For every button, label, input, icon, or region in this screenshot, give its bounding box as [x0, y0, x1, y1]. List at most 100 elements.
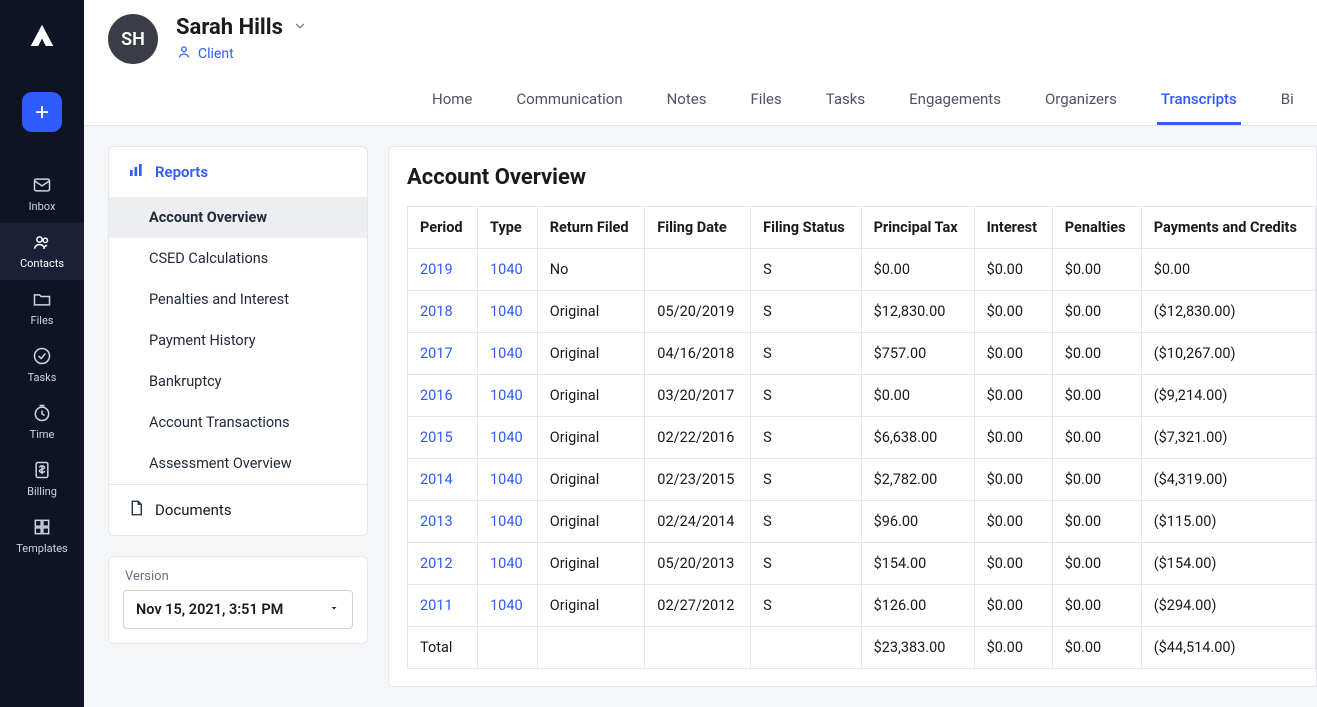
report-item-penalties-and-interest[interactable]: Penalties and Interest [109, 279, 367, 320]
type-cell[interactable]: 1040 [478, 585, 538, 627]
period-cell[interactable]: 2014 [408, 459, 478, 501]
account-overview-panel: Account Overview PeriodTypeReturn FiledF… [388, 146, 1317, 687]
column-header[interactable]: Type [478, 207, 538, 249]
document-icon [127, 499, 145, 521]
column-header[interactable]: Filing Status [751, 207, 861, 249]
report-item-payment-history[interactable]: Payment History [109, 320, 367, 361]
interest-cell: $0.00 [974, 375, 1052, 417]
return-filed-cell: Original [537, 501, 645, 543]
column-header[interactable]: Filing Date [645, 207, 751, 249]
type-cell[interactable]: 1040 [478, 333, 538, 375]
principal-tax-cell: $2,782.00 [861, 459, 974, 501]
type-cell[interactable]: 1040 [478, 375, 538, 417]
page-title: Account Overview [407, 165, 1316, 190]
payments-cell: ($4,319.00) [1141, 459, 1315, 501]
client-header: SH Sarah Hills Client [84, 0, 1317, 126]
nav-label: Time [30, 428, 55, 441]
principal-tax-cell: $0.00 [861, 375, 974, 417]
tab-engagements[interactable]: Engagements [905, 80, 1005, 125]
period-cell[interactable]: 2012 [408, 543, 478, 585]
nav-label: Inbox [29, 200, 56, 213]
filing-date-cell: 02/22/2016 [645, 417, 751, 459]
period-cell[interactable]: 2017 [408, 333, 478, 375]
version-value: Nov 15, 2021, 3:51 PM [136, 601, 283, 618]
period-cell[interactable]: 2018 [408, 291, 478, 333]
tab-home[interactable]: Home [428, 80, 476, 125]
table-row: 20111040Original02/27/2012S$126.00$0.00$… [408, 585, 1316, 627]
type-cell[interactable]: 1040 [478, 459, 538, 501]
payments-cell: ($154.00) [1141, 543, 1315, 585]
nav-item-billing[interactable]: Billing [0, 451, 84, 508]
period-cell[interactable]: 2011 [408, 585, 478, 627]
payments-cell: ($294.00) [1141, 585, 1315, 627]
add-button[interactable] [22, 92, 62, 132]
tab-transcripts[interactable]: Transcripts [1157, 80, 1241, 125]
templates-icon [31, 516, 53, 538]
filing-date-cell: 02/24/2014 [645, 501, 751, 543]
column-header[interactable]: Interest [974, 207, 1052, 249]
period-cell[interactable]: 2015 [408, 417, 478, 459]
tab-communication[interactable]: Communication [512, 80, 626, 125]
nav-label: Billing [27, 485, 57, 498]
nav-label: Tasks [28, 371, 57, 384]
period-cell[interactable]: 2013 [408, 501, 478, 543]
tab-tasks[interactable]: Tasks [822, 80, 869, 125]
nav-item-inbox[interactable]: Inbox [0, 166, 84, 223]
nav-label: Files [31, 314, 54, 327]
return-filed-cell: Original [537, 585, 645, 627]
report-item-csed-calculations[interactable]: CSED Calculations [109, 238, 367, 279]
interest-cell: $0.00 [974, 333, 1052, 375]
nav-item-contacts[interactable]: Contacts [0, 223, 84, 280]
tab-billing[interactable]: Billing [1277, 80, 1293, 125]
report-item-account-overview[interactable]: Account Overview [109, 197, 367, 238]
total-principal-tax: $23,383.00 [861, 627, 974, 669]
nav-label: Templates [16, 542, 67, 555]
table-row: 20171040Original04/16/2018S$757.00$0.00$… [408, 333, 1316, 375]
version-select[interactable]: Nov 15, 2021, 3:51 PM [123, 590, 353, 629]
table-row: 20161040Original03/20/2017S$0.00$0.00$0.… [408, 375, 1316, 417]
report-item-assessment-overview[interactable]: Assessment Overview [109, 443, 367, 484]
total-penalties: $0.00 [1052, 627, 1141, 669]
column-header[interactable]: Return Filed [537, 207, 645, 249]
period-cell[interactable]: 2016 [408, 375, 478, 417]
interest-cell: $0.00 [974, 543, 1052, 585]
documents-item[interactable]: Documents [109, 484, 367, 535]
column-header[interactable]: Penalties [1052, 207, 1141, 249]
client-role-label: Client [198, 46, 234, 62]
filing-status-cell: S [751, 375, 861, 417]
tab-files[interactable]: Files [746, 80, 785, 125]
bar-chart-icon [127, 161, 145, 183]
nav-item-time[interactable]: Time [0, 394, 84, 451]
type-cell[interactable]: 1040 [478, 249, 538, 291]
interest-cell: $0.00 [974, 417, 1052, 459]
tab-notes[interactable]: Notes [663, 80, 711, 125]
primary-nav-rail: Inbox Contacts Files Tasks Time Billing Templa… [0, 0, 84, 707]
filing-status-cell: S [751, 417, 861, 459]
type-cell[interactable]: 1040 [478, 543, 538, 585]
penalties-cell: $0.00 [1052, 543, 1141, 585]
type-cell[interactable]: 1040 [478, 501, 538, 543]
column-header[interactable]: Period [408, 207, 478, 249]
nav-item-files[interactable]: Files [0, 280, 84, 337]
return-filed-cell: Original [537, 417, 645, 459]
column-header[interactable]: Principal Tax [861, 207, 974, 249]
reports-header[interactable]: Reports [109, 147, 367, 197]
chevron-down-icon[interactable] [293, 18, 307, 37]
period-cell[interactable]: 2019 [408, 249, 478, 291]
report-item-bankruptcy[interactable]: Bankruptcy [109, 361, 367, 402]
tab-organizers[interactable]: Organizers [1041, 80, 1121, 125]
payments-cell: $0.00 [1141, 249, 1315, 291]
nav-item-tasks[interactable]: Tasks [0, 337, 84, 394]
account-overview-table: PeriodTypeReturn FiledFiling DateFiling … [407, 206, 1316, 669]
column-header[interactable]: Payments and Credits [1141, 207, 1315, 249]
payments-cell: ($115.00) [1141, 501, 1315, 543]
report-item-account-transactions[interactable]: Account Transactions [109, 402, 367, 443]
files-icon [31, 288, 53, 310]
return-filed-cell: Original [537, 291, 645, 333]
nav-item-templates[interactable]: Templates [0, 508, 84, 565]
principal-tax-cell: $126.00 [861, 585, 974, 627]
type-cell[interactable]: 1040 [478, 417, 538, 459]
penalties-cell: $0.00 [1052, 501, 1141, 543]
filing-date-cell: 05/20/2019 [645, 291, 751, 333]
type-cell[interactable]: 1040 [478, 291, 538, 333]
